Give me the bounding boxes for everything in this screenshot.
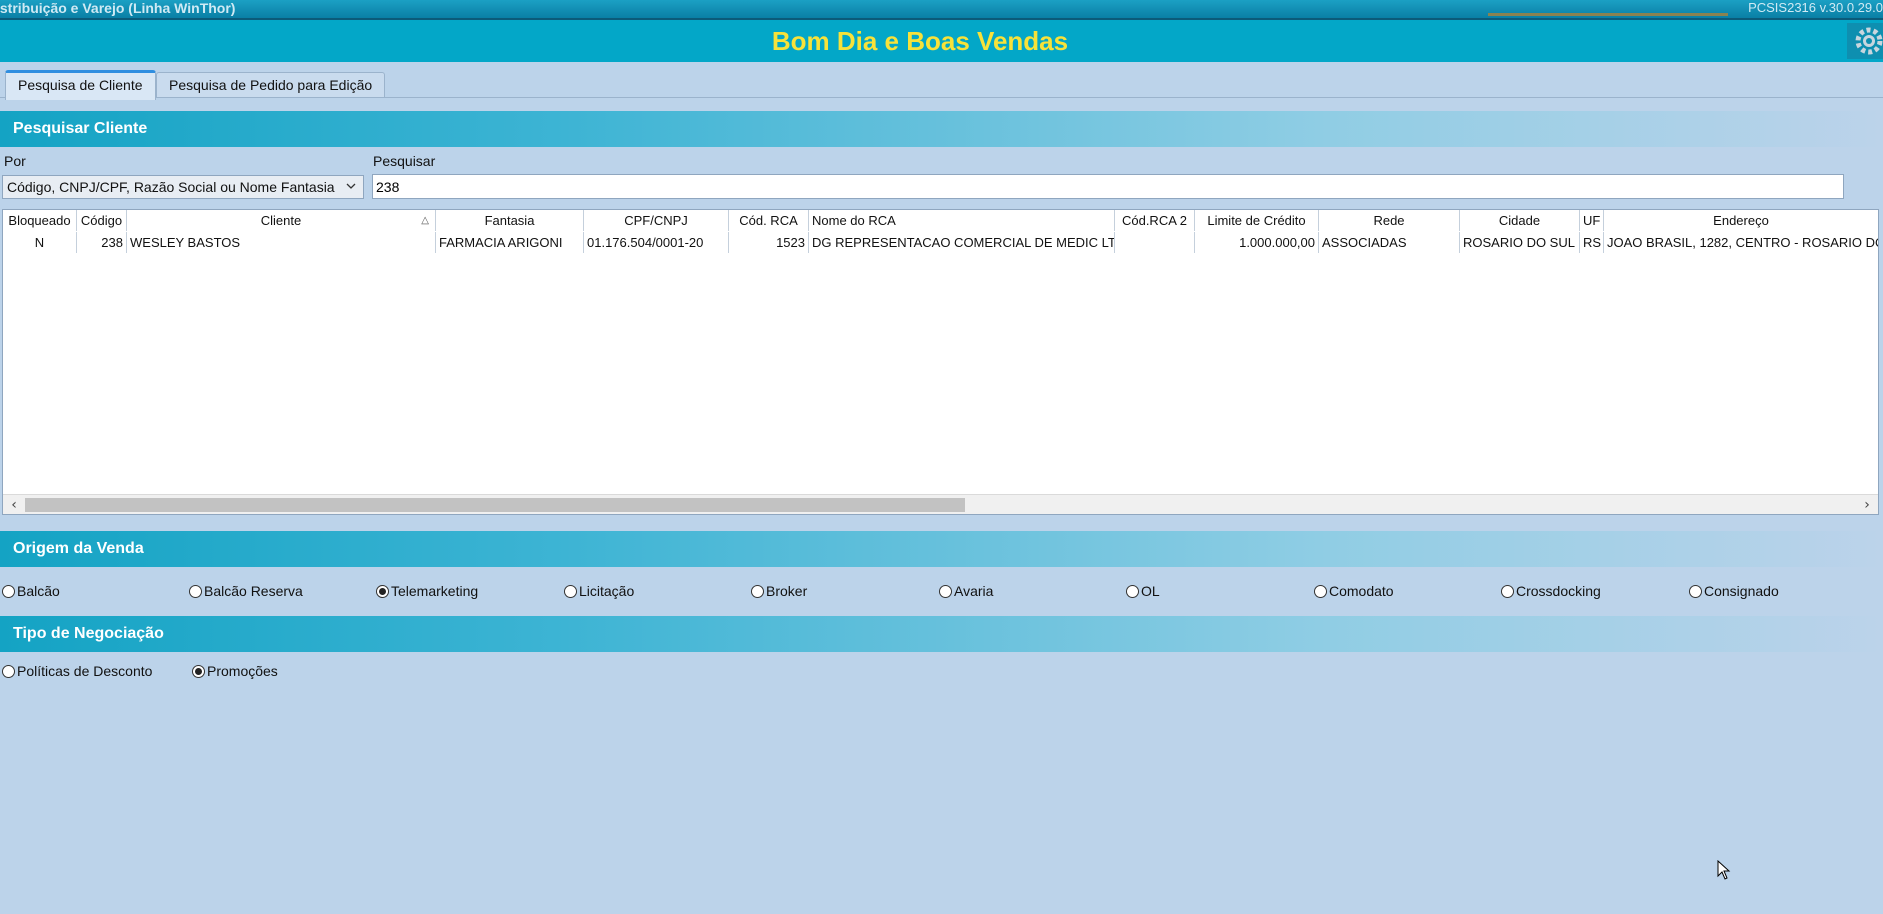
col-cod-rca-2[interactable]: Cód.RCA 2 xyxy=(1115,210,1195,231)
radio-label: Políticas de Desconto xyxy=(17,663,153,679)
cell-bloqueado: N xyxy=(3,232,77,253)
radio-icon xyxy=(939,585,952,598)
radio-licitacao[interactable]: Licitação xyxy=(564,582,634,600)
radio-label: Broker xyxy=(766,583,808,599)
section-pesquisar-cliente: Pesquisar Cliente xyxy=(0,111,1883,147)
cell-cliente: WESLEY BASTOS xyxy=(127,232,436,253)
greeting-title: Bom Dia e Boas Vendas xyxy=(771,26,1069,56)
cell-rede: ASSOCIADAS xyxy=(1319,232,1460,253)
col-fantasia[interactable]: Fantasia xyxy=(436,210,584,231)
radio-icon xyxy=(189,585,202,598)
search-input[interactable] xyxy=(372,174,1844,199)
por-label: Por xyxy=(4,153,26,169)
cell-cod-rca: 1523 xyxy=(729,232,809,253)
scroll-left-icon[interactable]: ‹ xyxy=(5,495,23,514)
radio-selected-icon xyxy=(192,665,205,678)
section-origem-venda: Origem da Venda xyxy=(0,531,1883,567)
col-cpf-cnpj[interactable]: CPF/CNPJ xyxy=(584,210,729,231)
search-by-value: Código, CNPJ/CPF, Razão Social ou Nome F… xyxy=(7,179,335,195)
tab-bar: Pesquisa de Cliente Pesquisa de Pedido p… xyxy=(0,68,1883,100)
cell-cpf-cnpj: 01.176.504/0001-20 xyxy=(584,232,729,253)
cell-uf: RS xyxy=(1580,232,1604,253)
radio-icon xyxy=(2,665,15,678)
header-banner: Bom Dia e Boas Vendas xyxy=(0,20,1883,62)
title-bar: istribuição e Varejo (Linha WinThor) PCS… xyxy=(0,0,1883,20)
radio-telemarketing[interactable]: Telemarketing xyxy=(376,582,478,600)
radio-icon xyxy=(751,585,764,598)
radio-icon xyxy=(1689,585,1702,598)
radio-label: Licitação xyxy=(579,583,635,599)
cell-codigo: 238 xyxy=(77,232,127,253)
radio-label: Balcão xyxy=(17,583,60,599)
col-cod-rca[interactable]: Cód. RCA xyxy=(729,210,809,231)
cell-cidade: ROSARIO DO SUL xyxy=(1460,232,1580,253)
col-nome-rca[interactable]: Nome do RCA xyxy=(809,210,1115,231)
col-cliente[interactable]: Cliente △ xyxy=(127,210,436,231)
cell-limite-credito: 1.000.000,00 xyxy=(1195,232,1319,253)
radio-label: Comodato xyxy=(1329,583,1394,599)
col-endereco[interactable]: Endereço xyxy=(1604,210,1878,231)
col-rede[interactable]: Rede xyxy=(1319,210,1460,231)
col-limite-credito[interactable]: Limite de Crédito xyxy=(1195,210,1319,231)
radio-comodato[interactable]: Comodato xyxy=(1314,582,1394,600)
pesquisar-label: Pesquisar xyxy=(373,153,436,169)
mouse-cursor-icon xyxy=(1717,860,1731,880)
radio-label: Crossdocking xyxy=(1516,583,1601,599)
radio-politicas-desconto[interactable]: Políticas de Desconto xyxy=(2,662,152,680)
cell-endereco: JOAO BRASIL, 1282, CENTRO - ROSARIO DO S… xyxy=(1607,235,1878,250)
radio-ol[interactable]: OL xyxy=(1126,582,1160,600)
app-window: istribuição e Varejo (Linha WinThor) PCS… xyxy=(0,0,1883,914)
search-by-select[interactable]: Código, CNPJ/CPF, Razão Social ou Nome F… xyxy=(2,175,364,199)
version-label: PCSIS2316 v.30.0.29.0 xyxy=(1748,0,1883,15)
cell-fantasia: FARMACIA ARIGONI xyxy=(436,232,584,253)
radio-balcao-reserva[interactable]: Balcão Reserva xyxy=(189,582,303,600)
col-uf[interactable]: UF xyxy=(1580,210,1604,231)
col-codigo[interactable]: Código xyxy=(77,210,127,231)
cell-cod-rca-2 xyxy=(1115,232,1195,253)
radio-label: Avaria xyxy=(954,583,994,599)
radio-icon xyxy=(1126,585,1139,598)
gear-icon[interactable] xyxy=(1847,23,1883,59)
radio-broker[interactable]: Broker xyxy=(751,582,807,600)
sort-asc-icon: △ xyxy=(421,215,429,226)
tab-pesquisa-cliente[interactable]: Pesquisa de Cliente xyxy=(5,70,156,100)
col-bloqueado[interactable]: Bloqueado xyxy=(3,210,77,231)
tab-pesquisa-pedido[interactable]: Pesquisa de Pedido para Edição xyxy=(156,72,386,97)
col-cliente-label: Cliente xyxy=(260,213,302,228)
radio-icon xyxy=(1314,585,1327,598)
radio-selected-icon xyxy=(376,585,389,598)
radio-crossdocking[interactable]: Crossdocking xyxy=(1501,582,1601,600)
radio-label: Promoções xyxy=(207,663,278,679)
radio-icon xyxy=(564,585,577,598)
client-grid: Bloqueado Código Cliente △ Fantasia CPF/… xyxy=(2,209,1879,515)
title-progress-line xyxy=(1488,13,1728,16)
radio-label: Telemarketing xyxy=(391,583,479,599)
radio-consignado[interactable]: Consignado xyxy=(1689,582,1779,600)
radio-label: Consignado xyxy=(1704,583,1779,599)
radio-icon xyxy=(2,585,15,598)
chevron-down-icon xyxy=(345,176,357,205)
radio-promocoes[interactable]: Promoções xyxy=(192,662,278,680)
radio-label: Balcão Reserva xyxy=(204,583,303,599)
radio-icon xyxy=(1501,585,1514,598)
col-cidade[interactable]: Cidade xyxy=(1460,210,1580,231)
radio-balcao[interactable]: Balcão xyxy=(2,582,60,600)
scrollbar-thumb[interactable] xyxy=(25,498,965,512)
window-title: istribuição e Varejo (Linha WinThor) xyxy=(0,0,236,16)
scroll-right-icon[interactable]: › xyxy=(1858,495,1876,514)
radio-label: OL xyxy=(1141,583,1160,599)
horizontal-scrollbar[interactable]: ‹ › xyxy=(3,494,1878,514)
cell-nome-rca: DG REPRESENTACAO COMERCIAL DE MEDIC LTDA xyxy=(809,232,1115,253)
radio-avaria[interactable]: Avaria xyxy=(939,582,993,600)
section-tipo-negociacao: Tipo de Negociação xyxy=(0,616,1883,652)
